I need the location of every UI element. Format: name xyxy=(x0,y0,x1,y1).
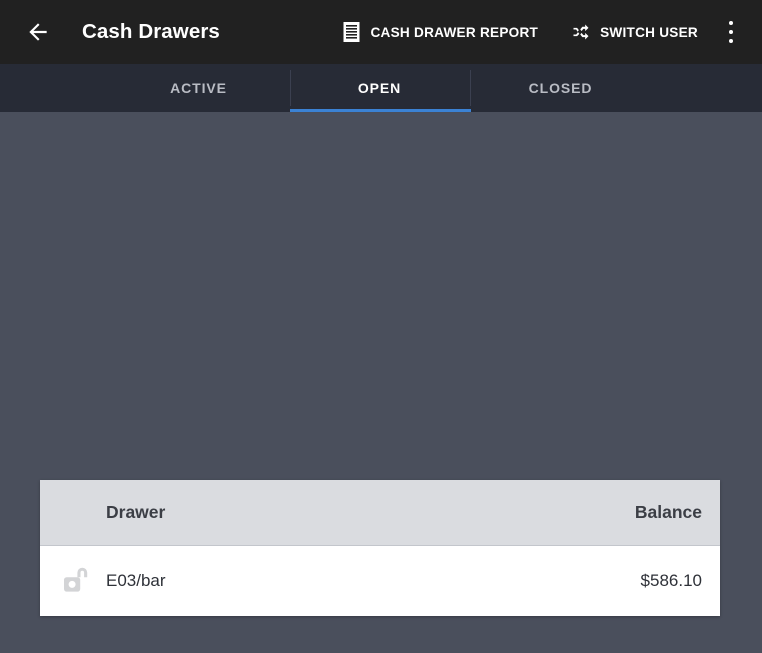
cash-drawer-report-label: CASH DRAWER REPORT xyxy=(370,24,539,40)
cash-drawers-screen: Cash Drawers CASH DRAWER REPORT SWITCH U… xyxy=(0,0,762,653)
unlocked-padlock-icon xyxy=(58,562,96,600)
tab-open-label: OPEN xyxy=(357,80,402,96)
switch-user-label: SWITCH USER xyxy=(600,24,698,40)
arrow-back-icon xyxy=(25,19,51,45)
overflow-dot-2 xyxy=(729,30,733,34)
document-report-icon xyxy=(340,21,362,43)
tab-active-label: ACTIVE xyxy=(170,80,227,96)
tab-bar: ACTIVE OPEN CLOSED xyxy=(0,64,762,112)
tab-divider-right xyxy=(470,70,471,106)
tab-divider-left xyxy=(290,70,291,106)
drawer-name: E03/bar xyxy=(106,571,166,590)
back-button[interactable] xyxy=(18,12,58,52)
more-vertical-icon[interactable] xyxy=(714,10,748,54)
column-header-balance: Balance xyxy=(634,502,702,522)
tab-active[interactable]: ACTIVE xyxy=(108,64,289,112)
overflow-dot-3 xyxy=(729,39,733,43)
table-header-row: Drawer Balance xyxy=(40,480,720,546)
switch-user-button[interactable]: SWITCH USER xyxy=(562,8,706,56)
tab-closed-label: CLOSED xyxy=(528,80,593,96)
table-row[interactable]: E03/bar $586.10 xyxy=(40,546,720,616)
tab-closed[interactable]: CLOSED xyxy=(470,64,651,112)
shuffle-icon xyxy=(570,21,592,43)
page-title: Cash Drawers xyxy=(82,20,220,43)
app-bar: Cash Drawers CASH DRAWER REPORT SWITCH U… xyxy=(0,0,762,64)
tab-open[interactable]: OPEN xyxy=(289,64,470,112)
cash-drawer-report-button[interactable]: CASH DRAWER REPORT xyxy=(332,8,546,56)
drawer-list-card: Drawer Balance E03/bar $586.10 xyxy=(40,480,720,616)
drawer-balance: $586.10 xyxy=(640,571,702,590)
overflow-dot-1 xyxy=(729,21,733,25)
content-area: Drawer Balance E03/bar $586.10 xyxy=(0,112,762,653)
column-header-drawer: Drawer xyxy=(106,502,166,522)
